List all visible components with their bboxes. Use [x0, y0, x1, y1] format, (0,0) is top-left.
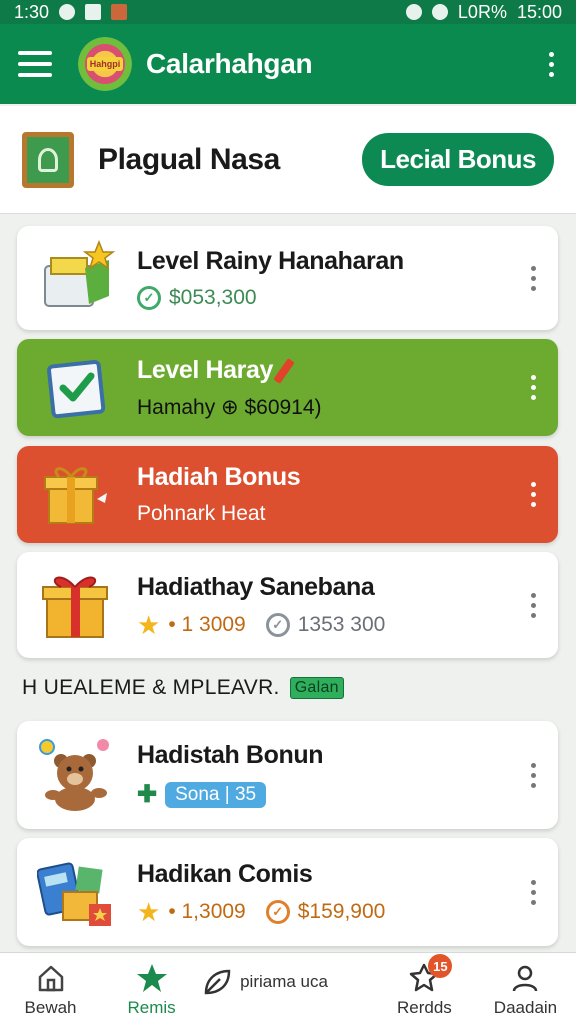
- check-icon: ✓: [265, 612, 290, 637]
- more-options-icon[interactable]: [526, 762, 540, 788]
- nav-label: Rerdds: [397, 998, 452, 1017]
- nav-label: Bewah: [24, 998, 77, 1017]
- list-item[interactable]: Level Haray Hamahy ⊕ $60914): [17, 339, 558, 436]
- page-title: Plagual Nasa: [98, 142, 280, 176]
- nav-item-home[interactable]: Bewah: [0, 962, 101, 1018]
- app-title: Calarhahgan: [146, 48, 313, 79]
- checklist-icon: [35, 346, 119, 430]
- settings-icon: [405, 4, 422, 20]
- nav-label: Remis: [127, 998, 176, 1017]
- section-tag: Galan: [289, 677, 344, 699]
- pencil-icon: [272, 357, 295, 384]
- battery-text: L0R%: [457, 1, 507, 22]
- notification-badge: 15: [428, 954, 453, 978]
- page-header: Plagual Nasa Lecial Bonus: [0, 106, 576, 214]
- card-subtitle: Hamahy ⊕ $60914): [137, 395, 322, 419]
- more-options-icon[interactable]: [526, 879, 540, 905]
- check-icon: ✓: [265, 899, 290, 924]
- nav-item-remis[interactable]: Remis: [101, 962, 202, 1018]
- app-alert-icon: [111, 4, 128, 20]
- card-subtitle: Pohnark Heat: [137, 502, 266, 525]
- list-item[interactable]: Level Rainy Hanaharan ✓ $053,300: [17, 226, 558, 330]
- card-title: Level Haray: [137, 355, 273, 384]
- card-chip: Sona | 35: [165, 781, 267, 808]
- menu-icon[interactable]: [18, 51, 52, 77]
- app-logo: Hahgpi: [78, 37, 132, 91]
- notification-icon: [59, 4, 76, 20]
- red-gift-icon: [35, 563, 119, 647]
- bear-icon: [35, 733, 119, 817]
- card-title: Hadikan Comis: [137, 859, 313, 888]
- status-time-right: 15:00: [516, 1, 562, 22]
- leaf-icon: [202, 966, 232, 998]
- more-options-icon[interactable]: [526, 265, 540, 291]
- profile-icon: [510, 962, 540, 994]
- star-icon: ★: [137, 609, 161, 640]
- gift-icon: [35, 453, 119, 537]
- more-options-icon[interactable]: [544, 51, 558, 77]
- check-icon: ✓: [137, 285, 161, 310]
- card-amount: 1353 300: [297, 612, 386, 636]
- card-stars: • 1,3009: [168, 899, 246, 923]
- nav-label: Daadain: [493, 998, 558, 1017]
- nav-item-rewards[interactable]: 15 Rerdds: [374, 954, 475, 1018]
- clover-icon: ✚: [137, 781, 158, 808]
- calculator-cards-icon: [35, 850, 119, 934]
- more-options-icon[interactable]: [526, 375, 540, 400]
- more-options-icon[interactable]: [526, 482, 540, 507]
- nav-label: piriama uca: [240, 971, 328, 991]
- card-title: Level Rainy Hanaharan: [137, 246, 404, 275]
- star-icon: [136, 962, 168, 994]
- bottom-nav: Bewah Remis piriama uca 15 Rerdds Daadai…: [0, 952, 576, 1024]
- wifi-icon: [431, 4, 448, 20]
- board-icon: [22, 131, 74, 188]
- status-time-left: 1:30: [14, 1, 50, 22]
- section-header: H UEALEME & MPLEAVR. Galan: [22, 676, 344, 700]
- app-bar: Hahgpi Calarhahgan: [0, 24, 576, 104]
- list-item[interactable]: Hadistah Bonun ✚ Sona | 35: [17, 721, 558, 829]
- card-amount: $159,900: [297, 899, 386, 923]
- list-item[interactable]: Hadikan Comis ★ • 1,3009 ✓ $159,900: [17, 838, 558, 946]
- list-item[interactable]: Hadiathay Sanebana ★ • 1 3009 ✓ 1353 300: [17, 552, 558, 658]
- home-icon: [36, 962, 66, 994]
- nav-item-profile[interactable]: Daadain: [475, 962, 576, 1018]
- card-amount: $053,300: [169, 285, 257, 309]
- nav-item-piriama[interactable]: piriama uca: [202, 966, 374, 1006]
- logo-text: Hahgpi: [86, 57, 124, 71]
- card-title: Hadiah Bonus: [137, 463, 301, 491]
- more-options-icon[interactable]: [526, 592, 540, 618]
- special-bonus-button[interactable]: Lecial Bonus: [362, 133, 554, 186]
- star-icon: ★: [137, 896, 161, 927]
- section-label: H UEALEME & MPLEAVR.: [22, 676, 280, 699]
- list-item[interactable]: Hadiah Bonus Pohnark Heat: [17, 446, 558, 543]
- money-box-icon: [35, 236, 119, 320]
- card-title: Hadiathay Sanebana: [137, 572, 375, 601]
- app-notification-icon: [85, 4, 102, 20]
- card-title: Hadistah Bonun: [137, 741, 324, 769]
- status-bar: 1:30 L0R% 15:00: [0, 0, 576, 24]
- card-stars: • 1 3009: [168, 612, 246, 636]
